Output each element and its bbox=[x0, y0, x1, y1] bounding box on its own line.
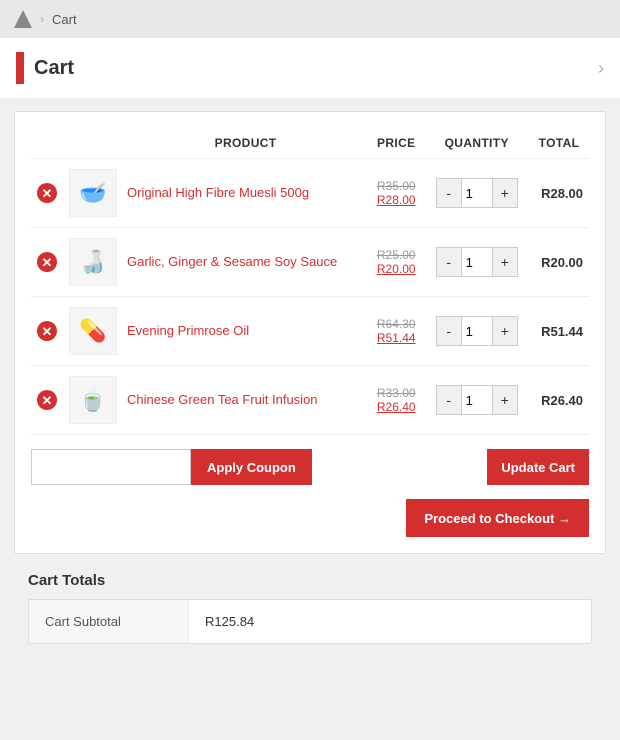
col-total: TOTAL bbox=[529, 128, 589, 159]
remove-item-button[interactable]: ✕ bbox=[37, 390, 57, 410]
sale-price: R26.40 bbox=[374, 400, 418, 414]
breadcrumb: › Cart bbox=[0, 0, 620, 38]
cart-totals-container: Cart Subtotal R125.84 bbox=[28, 599, 592, 644]
table-row: ✕ 🍵 Chinese Green Tea Fruit Infusion R33… bbox=[31, 366, 589, 435]
row-total: R51.44 bbox=[529, 297, 589, 366]
quantity-increase-button[interactable]: + bbox=[493, 386, 517, 414]
price-block: R33.00 R26.40 bbox=[374, 386, 418, 414]
price-block: R25.00 R20.00 bbox=[374, 248, 418, 276]
cart-totals-title: Cart Totals bbox=[14, 572, 606, 589]
quantity-control: - + bbox=[436, 385, 518, 415]
row-total: R20.00 bbox=[529, 228, 589, 297]
quantity-control: - + bbox=[436, 178, 518, 208]
quantity-increase-button[interactable]: + bbox=[493, 317, 517, 345]
cart-subtotal-label: Cart Subtotal bbox=[29, 600, 189, 643]
remove-item-button[interactable]: ✕ bbox=[37, 321, 57, 341]
product-thumbnail: 🍶 bbox=[69, 238, 117, 286]
coupon-area: Apply Coupon bbox=[31, 449, 477, 485]
product-thumbnail: 💊 bbox=[69, 307, 117, 355]
product-thumbnail: 🥣 bbox=[69, 169, 117, 217]
original-price: R25.00 bbox=[374, 248, 418, 262]
table-row: ✕ 🥣 Original High Fibre Muesli 500g R35.… bbox=[31, 159, 589, 228]
quantity-increase-button[interactable]: + bbox=[493, 248, 517, 276]
checkout-row: Proceed to Checkout → bbox=[31, 499, 589, 537]
home-icon[interactable] bbox=[14, 10, 32, 28]
table-row: ✕ 💊 Evening Primrose Oil R64.30 R51.44 - bbox=[31, 297, 589, 366]
breadcrumb-cart: Cart bbox=[52, 12, 77, 27]
product-name[interactable]: Chinese Green Tea Fruit Infusion bbox=[127, 392, 318, 407]
page-header: Cart › bbox=[0, 38, 620, 99]
sale-price: R20.00 bbox=[374, 262, 418, 276]
header-accent bbox=[16, 52, 24, 84]
update-cart-button[interactable]: Update Cart bbox=[487, 449, 589, 485]
col-price: PRICE bbox=[368, 128, 424, 159]
row-total: R26.40 bbox=[529, 366, 589, 435]
quantity-control: - + bbox=[436, 316, 518, 346]
remove-item-button[interactable]: ✕ bbox=[37, 183, 57, 203]
product-icon: 🍶 bbox=[79, 249, 106, 275]
quantity-decrease-button[interactable]: - bbox=[437, 386, 461, 414]
product-icon: 🥣 bbox=[79, 180, 106, 206]
cart-actions: Apply Coupon Update Cart bbox=[31, 449, 589, 485]
product-thumbnail: 🍵 bbox=[69, 376, 117, 424]
breadcrumb-separator: › bbox=[40, 12, 44, 26]
product-name[interactable]: Garlic, Ginger & Sesame Soy Sauce bbox=[127, 254, 337, 269]
quantity-increase-button[interactable]: + bbox=[493, 179, 517, 207]
sale-price: R28.00 bbox=[374, 193, 418, 207]
quantity-control: - + bbox=[436, 247, 518, 277]
main-content: PRODUCT PRICE QUANTITY TOTAL ✕ 🥣 Origina… bbox=[0, 111, 620, 644]
page-title: Cart bbox=[34, 57, 74, 80]
quantity-decrease-button[interactable]: - bbox=[437, 317, 461, 345]
col-product: PRODUCT bbox=[123, 128, 368, 159]
quantity-input[interactable] bbox=[461, 386, 493, 414]
product-icon: 🍵 bbox=[79, 387, 106, 413]
cart-container: PRODUCT PRICE QUANTITY TOTAL ✕ 🥣 Origina… bbox=[14, 111, 606, 554]
quantity-input[interactable] bbox=[461, 179, 493, 207]
cart-totals-row: Cart Subtotal R125.84 bbox=[29, 600, 591, 643]
quantity-input[interactable] bbox=[461, 317, 493, 345]
cart-subtotal-value: R125.84 bbox=[189, 600, 270, 643]
apply-coupon-button[interactable]: Apply Coupon bbox=[191, 449, 312, 485]
product-name[interactable]: Original High Fibre Muesli 500g bbox=[127, 185, 309, 200]
original-price: R33.00 bbox=[374, 386, 418, 400]
table-header-row: PRODUCT PRICE QUANTITY TOTAL bbox=[31, 128, 589, 159]
product-name[interactable]: Evening Primrose Oil bbox=[127, 323, 249, 338]
original-price: R35.00 bbox=[374, 179, 418, 193]
quantity-decrease-button[interactable]: - bbox=[437, 248, 461, 276]
header-chevron-icon: › bbox=[598, 58, 604, 79]
col-image bbox=[63, 128, 123, 159]
col-quantity: QUANTITY bbox=[424, 128, 529, 159]
quantity-decrease-button[interactable]: - bbox=[437, 179, 461, 207]
remove-item-button[interactable]: ✕ bbox=[37, 252, 57, 272]
price-block: R35.00 R28.00 bbox=[374, 179, 418, 207]
price-block: R64.30 R51.44 bbox=[374, 317, 418, 345]
checkout-button[interactable]: Proceed to Checkout → bbox=[406, 499, 589, 537]
sale-price: R51.44 bbox=[374, 331, 418, 345]
quantity-input[interactable] bbox=[461, 248, 493, 276]
original-price: R64.30 bbox=[374, 317, 418, 331]
product-icon: 💊 bbox=[79, 318, 106, 344]
coupon-input[interactable] bbox=[31, 449, 191, 485]
col-remove bbox=[31, 128, 63, 159]
row-total: R28.00 bbox=[529, 159, 589, 228]
table-row: ✕ 🍶 Garlic, Ginger & Sesame Soy Sauce R2… bbox=[31, 228, 589, 297]
cart-table: PRODUCT PRICE QUANTITY TOTAL ✕ 🥣 Origina… bbox=[31, 128, 589, 435]
